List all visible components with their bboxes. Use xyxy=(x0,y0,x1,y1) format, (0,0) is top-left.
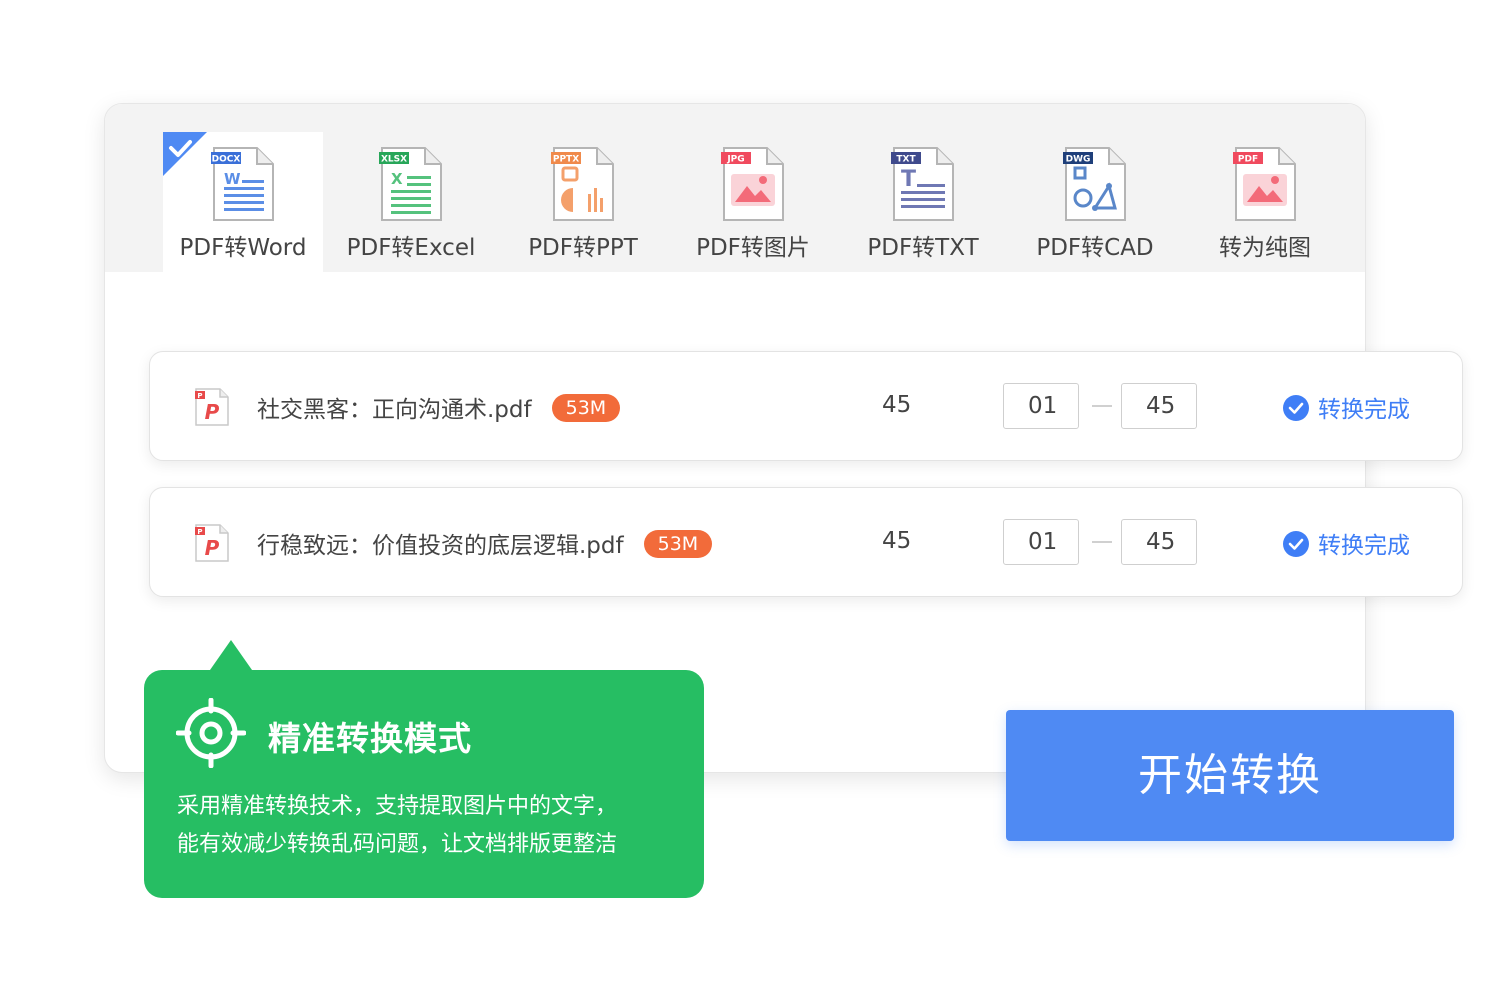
tab-label: PDF转PPT xyxy=(528,235,638,261)
tooltip-title: 精准转换模式 xyxy=(268,719,472,758)
tab-PDF转PPT[interactable]: PPTX PDF转PPT xyxy=(503,132,663,272)
svg-text:P: P xyxy=(205,536,220,560)
convert-status: 转换完成 xyxy=(1282,526,1410,560)
file-badge-text: PPTX xyxy=(553,155,579,165)
file-badge-text: DOCX xyxy=(212,155,241,165)
precise-mode-tooltip: 精准转换模式 采用精准转换技术，支持提取图片中的文字， 能有效减少转换乱码问题，… xyxy=(144,640,704,898)
tab-PDF转Word[interactable]: DOCX W PDF转Word xyxy=(163,132,323,272)
page-to-input[interactable] xyxy=(1121,383,1197,429)
tab-label: PDF转TXT xyxy=(867,235,979,261)
tab-label: PDF转Excel xyxy=(346,235,476,261)
tab-转为纯图[interactable]: PDF 转为纯图 xyxy=(1185,132,1345,272)
format-tabbar: DOCX W PDF转Word XLSX X PDF转Excel PPTX PDF转PPT JP… xyxy=(105,104,1365,272)
file-badge-text: JPG xyxy=(726,155,744,165)
start-convert-button[interactable]: 开始转换 xyxy=(1006,710,1454,841)
tab-PDF转CAD[interactable]: DWG PDF转CAD xyxy=(1015,132,1175,272)
tab-PDF转Excel[interactable]: XLSX X PDF转Excel xyxy=(331,132,491,272)
svg-text:P: P xyxy=(205,400,220,424)
tab-PDF转TXT[interactable]: TXT T PDF转TXT xyxy=(843,132,1003,272)
page-count: 45 xyxy=(882,392,912,418)
file-badge-text: XLSX xyxy=(381,155,407,165)
tab-label: 转为纯图 xyxy=(1219,235,1311,261)
file-row[interactable]: PP 社交黑客：正向沟通术.pdf 53M 45 转换完成 xyxy=(149,351,1463,461)
file-name: 行稳致远：价值投资的底层逻辑.pdf 53M xyxy=(257,526,713,560)
page-to-input[interactable] xyxy=(1121,519,1197,565)
tooltip-line-1: 采用精准转换技术，支持提取图片中的文字， xyxy=(177,794,618,819)
image-file-icon: JPG xyxy=(721,147,784,221)
pdf-file-icon: PP xyxy=(195,524,229,562)
word-file-icon: DOCX W xyxy=(211,147,274,221)
file-badge-text: PDF xyxy=(1238,155,1258,165)
ppt-file-icon: PPTX xyxy=(551,147,614,221)
file-size-badge: 53M xyxy=(643,530,713,558)
file-name: 社交黑客：正向沟通术.pdf 53M xyxy=(257,390,621,424)
selected-check-icon xyxy=(163,132,207,176)
tooltip-description: 采用精准转换技术，支持提取图片中的文字， 能有效减少转换乱码问题，让文档排版更整… xyxy=(177,788,677,864)
target-icon xyxy=(176,698,246,768)
cad-file-icon: DWG xyxy=(1063,147,1126,221)
file-name-text: 行稳致远：价值投资的底层逻辑.pdf xyxy=(257,533,624,559)
svg-text:P: P xyxy=(197,528,202,536)
range-dash xyxy=(1092,541,1112,543)
svg-text:P: P xyxy=(197,392,202,400)
txt-file-icon: TXT T xyxy=(891,147,954,221)
excel-file-icon: XLSX X xyxy=(379,147,442,221)
file-size-badge: 53M xyxy=(551,394,621,422)
status-text: 转换完成 xyxy=(1318,533,1410,559)
page-from-input[interactable] xyxy=(1003,519,1079,565)
page-count: 45 xyxy=(882,528,912,554)
status-text: 转换完成 xyxy=(1318,397,1410,423)
tab-label: PDF转CAD xyxy=(1036,235,1154,261)
image-file-icon: PDF xyxy=(1233,147,1296,221)
file-row[interactable]: PP 行稳致远：价值投资的底层逻辑.pdf 53M 45 转换完成 xyxy=(149,487,1463,597)
tab-PDF转图片[interactable]: JPG PDF转图片 xyxy=(673,132,833,272)
svg-text:X: X xyxy=(391,170,403,188)
tooltip-line-2: 能有效减少转换乱码问题，让文档排版更整洁 xyxy=(177,832,618,857)
tooltip-arrow xyxy=(210,640,252,670)
pdf-file-icon: PP xyxy=(195,388,229,426)
file-badge-text: TXT xyxy=(896,155,916,165)
check-circle-icon xyxy=(1283,395,1309,421)
file-badge-text: DWG xyxy=(1066,155,1091,165)
convert-status: 转换完成 xyxy=(1282,390,1410,424)
page-from-input[interactable] xyxy=(1003,383,1079,429)
tab-label: PDF转图片 xyxy=(696,235,810,261)
range-dash xyxy=(1092,405,1112,407)
check-circle-icon xyxy=(1283,531,1309,557)
svg-text:W: W xyxy=(224,170,241,188)
file-name-text: 社交黑客：正向沟通术.pdf xyxy=(257,397,532,423)
svg-text:T: T xyxy=(901,167,916,192)
tab-label: PDF转Word xyxy=(179,235,307,261)
